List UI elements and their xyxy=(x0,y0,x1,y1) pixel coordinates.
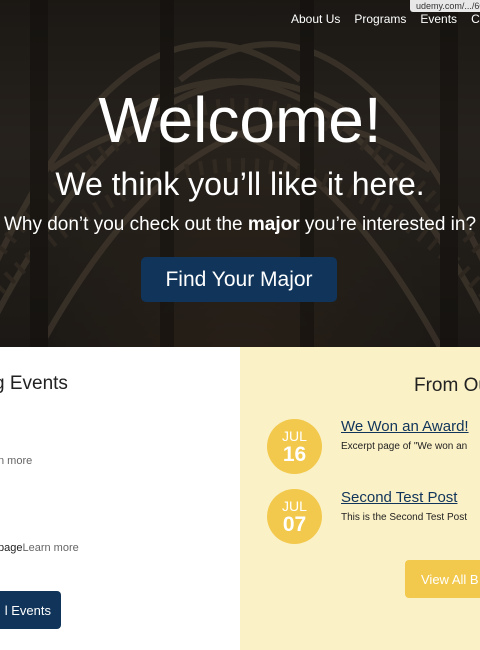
hero-question-emphasis: major xyxy=(247,214,300,235)
nav-campus[interactable]: Cam xyxy=(471,12,480,26)
hero-subtitle: We think you’ll like it here. xyxy=(55,166,425,202)
events-heading: g Events xyxy=(0,373,68,394)
post-title-link[interactable]: We Won an Award! xyxy=(341,418,469,435)
nav-events[interactable]: Events xyxy=(420,12,457,26)
event-learn-more-link[interactable]: n more xyxy=(0,455,32,467)
view-all-events-button[interactable]: l Events xyxy=(0,591,61,629)
hero-title: Welcome! xyxy=(98,84,382,156)
event-learn-more-link[interactable]: Learn more xyxy=(22,542,78,554)
top-nav: About Us Programs Events Cam xyxy=(291,12,480,26)
find-your-major-button[interactable]: Find Your Major xyxy=(141,257,337,302)
view-all-blog-button[interactable]: View All B xyxy=(405,560,480,598)
nav-about-us[interactable]: About Us xyxy=(291,12,340,26)
nav-programs[interactable]: Programs xyxy=(354,12,406,26)
post-excerpt: Excerpt page of "We won an xyxy=(341,441,468,452)
hero-banner: About Us Programs Events Cam udemy.com/.… xyxy=(0,0,480,347)
hero-question: Why don’t you check out the major you’re… xyxy=(3,214,477,235)
post-excerpt: This is the Second Test Post xyxy=(341,512,467,523)
post-date-badge: JUL 07 xyxy=(267,489,322,544)
event-item-text: pageLearn more xyxy=(0,542,79,554)
blog-heading: From Ou xyxy=(414,375,480,396)
link-status-url: udemy.com/.../603 xyxy=(410,0,480,12)
post-date-badge: JUL 16 xyxy=(267,419,322,474)
post-title-link[interactable]: Second Test Post xyxy=(341,489,457,506)
